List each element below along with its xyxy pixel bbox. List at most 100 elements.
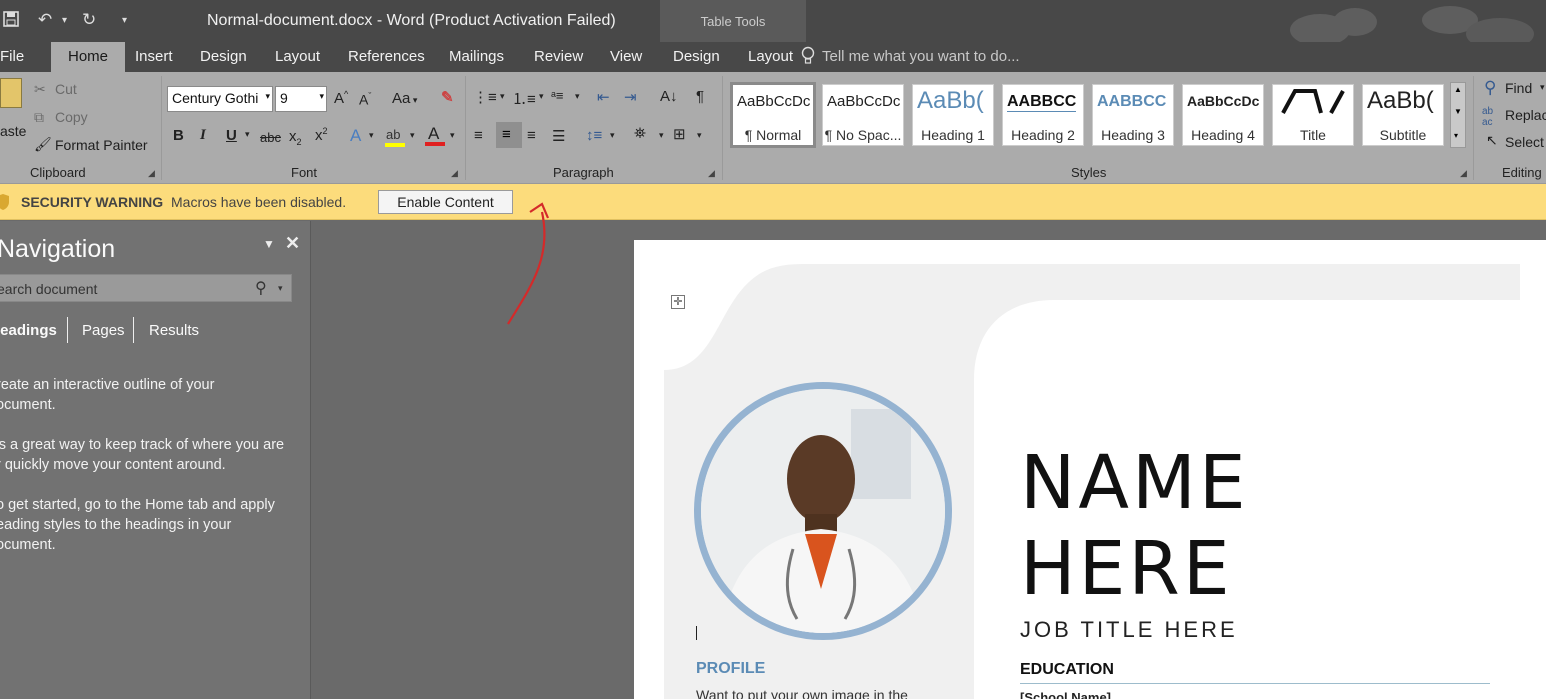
select-button[interactable]: Select [1505, 134, 1544, 150]
decrease-indent-icon[interactable]: ⇤ [597, 88, 610, 106]
format-painter-button[interactable]: Format Painter [55, 137, 148, 153]
replace-icon[interactable]: ab ac [1482, 106, 1493, 128]
line-spacing-icon[interactable]: ↕≡ [586, 127, 602, 144]
chevron-down-icon[interactable]: ▾ [575, 91, 580, 102]
chevron-down-icon[interactable]: ▾ [450, 130, 455, 141]
chevron-down-icon[interactable]: ▾ [500, 91, 505, 102]
find-button[interactable]: Find [1505, 80, 1532, 96]
pane-options-icon[interactable]: ▼ [263, 237, 275, 251]
tab-insert[interactable]: Insert [135, 48, 173, 65]
education-heading[interactable]: EDUCATION [1020, 661, 1114, 679]
tab-references[interactable]: References [348, 48, 425, 65]
grow-font-icon[interactable]: A^ [334, 89, 348, 107]
borders-icon[interactable]: ⊞ [673, 125, 686, 143]
cut-button[interactable]: Cut [55, 81, 77, 97]
undo-icon[interactable]: ↶ [38, 10, 52, 30]
align-left-icon[interactable]: ≡ [474, 127, 483, 144]
highlight-color-icon[interactable]: ab [384, 127, 406, 147]
tab-view[interactable]: View [610, 48, 642, 65]
name-line-2[interactable]: HERE [1020, 526, 1233, 612]
table-move-handle-icon[interactable]: ✛ [671, 295, 685, 309]
tell-me-input[interactable]: Tell me what you want to do... [822, 48, 1020, 65]
format-painter-icon[interactable]: 🖌 [34, 136, 52, 153]
style-no-spacing[interactable]: AaBbCcDc ¶ No Spac... [822, 84, 904, 146]
customize-quick-access-icon[interactable]: ▾ [122, 15, 127, 26]
style-heading-4[interactable]: AaBbCcDc Heading 4 [1182, 84, 1264, 146]
chevron-down-icon[interactable]: ▼ [1454, 107, 1462, 116]
numbering-icon[interactable]: ⒈≡ [512, 88, 536, 109]
find-icon[interactable]: ⚲ [1484, 78, 1496, 98]
replace-button[interactable]: Replac [1505, 107, 1546, 123]
clear-formatting-icon[interactable]: ✎ [441, 88, 454, 106]
font-size-select[interactable]: 9 ▾ [275, 86, 327, 112]
font-launcher-icon[interactable]: ◢ [451, 168, 458, 179]
cut-icon[interactable]: ✂ [34, 81, 46, 98]
tab-layout[interactable]: Layout [275, 48, 320, 65]
chevron-up-icon[interactable]: ▲ [1454, 85, 1462, 94]
shrink-font-icon[interactable]: Aˇ [359, 91, 371, 108]
styles-launcher-icon[interactable]: ◢ [1460, 168, 1467, 179]
style-subtitle[interactable]: AaBb( Subtitle [1362, 84, 1444, 146]
style-normal[interactable]: AaBbCcDc ¶ Normal [730, 82, 816, 148]
undo-dropdown-icon[interactable]: ▾ [62, 15, 67, 26]
styles-scroll[interactable]: ▲ ▼ ▾ [1450, 82, 1466, 148]
change-case-button[interactable]: Aa ▾ [392, 90, 417, 107]
paste-icon[interactable] [0, 78, 22, 108]
underline-button[interactable]: U [226, 127, 237, 144]
chevron-down-icon[interactable]: ▾ [659, 130, 664, 141]
strikethrough-button[interactable]: abc [260, 130, 281, 145]
chevron-down-icon[interactable]: ▾ [539, 91, 544, 102]
align-right-icon[interactable]: ≡ [527, 127, 536, 144]
increase-indent-icon[interactable]: ⇥ [624, 88, 637, 106]
text-effects-icon[interactable]: A [350, 126, 361, 146]
style-title[interactable]: Title [1272, 84, 1354, 146]
chevron-down-icon[interactable]: ▾ [278, 283, 283, 294]
tab-table-layout[interactable]: Layout [748, 48, 793, 65]
justify-icon[interactable]: ☰ [552, 127, 565, 145]
tab-headings[interactable]: leadings [0, 322, 57, 339]
paragraph-launcher-icon[interactable]: ◢ [708, 168, 715, 179]
bullets-icon[interactable]: ⋮≡ [473, 88, 497, 106]
redo-icon[interactable]: ↻ [82, 10, 96, 30]
tab-design[interactable]: Design [200, 48, 247, 65]
chevron-down-icon[interactable]: ▾ [697, 130, 702, 141]
style-heading-3[interactable]: AABBCC Heading 3 [1092, 84, 1174, 146]
document-page[interactable]: ✛ PROFILE Want to put your own image in … [634, 240, 1546, 699]
paste-label[interactable]: aste [0, 123, 26, 139]
clipboard-launcher-icon[interactable]: ◢ [148, 168, 155, 179]
name-line-1[interactable]: NAME [1020, 440, 1249, 526]
show-formatting-icon[interactable]: ¶ [696, 88, 704, 105]
tab-pages[interactable]: Pages [82, 322, 125, 339]
enable-content-button[interactable]: Enable Content [378, 190, 513, 214]
style-heading-2[interactable]: AABBCC Heading 2 [1002, 84, 1084, 146]
search-icon[interactable]: ⚲ [255, 278, 267, 298]
italic-button[interactable]: I [200, 127, 206, 144]
chevron-down-icon[interactable]: ▾ [369, 130, 374, 141]
tab-mailings[interactable]: Mailings [449, 48, 504, 65]
profile-photo[interactable] [694, 382, 952, 640]
font-family-select[interactable]: Century Gothi ▾ [167, 86, 273, 112]
close-icon[interactable]: ✕ [285, 233, 300, 254]
superscript-button[interactable]: x2 [315, 126, 328, 144]
align-center-button[interactable]: ≡ [496, 122, 522, 148]
select-cursor-icon[interactable]: ↖ [1486, 132, 1498, 149]
profile-text[interactable]: Want to put your own image in the [696, 687, 908, 699]
search-input[interactable]: earch document [0, 281, 97, 297]
font-color-icon[interactable]: A [424, 124, 446, 146]
more-styles-icon[interactable]: ▾ [1454, 131, 1458, 140]
profile-heading[interactable]: PROFILE [696, 660, 765, 678]
sort-icon[interactable]: A↓ [660, 88, 678, 105]
tab-review[interactable]: Review [534, 48, 583, 65]
chevron-down-icon[interactable]: ▾ [1540, 82, 1545, 93]
job-title[interactable]: JOB TITLE HERE [1020, 617, 1238, 643]
chevron-down-icon[interactable]: ▾ [410, 130, 415, 141]
tab-home[interactable]: Home [51, 42, 126, 72]
tab-file[interactable]: File [0, 48, 24, 65]
copy-button[interactable]: Copy [55, 109, 88, 125]
multilevel-list-icon[interactable]: ᵃ≡ [551, 88, 563, 103]
subscript-button[interactable]: x2 [289, 128, 302, 147]
style-heading-1[interactable]: AaBb( Heading 1 [912, 84, 994, 146]
copy-icon[interactable]: ⧉ [34, 109, 44, 126]
tab-table-design[interactable]: Design [673, 48, 720, 65]
search-document-field[interactable]: earch document ⚲ ▾ [0, 274, 292, 302]
